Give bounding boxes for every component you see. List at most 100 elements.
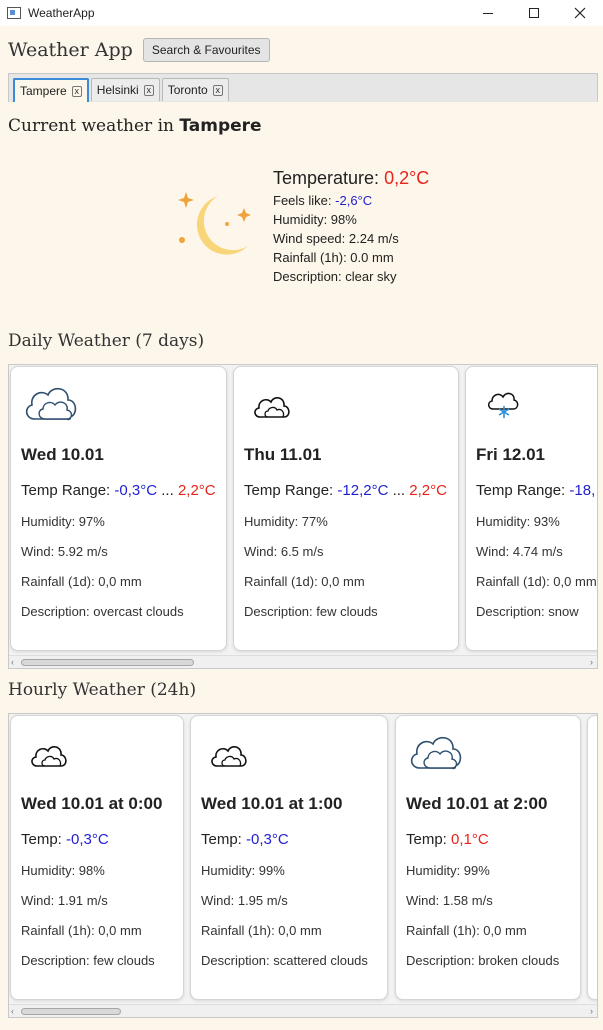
daily-humidity: Humidity: 93% [476,514,560,529]
tab-tampere[interactable]: Tampere x [13,78,89,102]
current-feels-like: Feels like: -2,6°C [273,193,373,208]
tab-label: Tampere [20,84,67,98]
daily-humidity: Humidity: 77% [244,514,328,529]
hourly-wind: Wind: 1.95 m/s [201,893,288,908]
tab-close-icon[interactable]: x [212,84,223,96]
window-titlebar: WeatherApp [0,0,603,26]
daily-temp-range: Temp Range: -18, [476,482,596,499]
daily-wind: Wind: 4.74 m/s [476,544,563,559]
current-temperature-value: 0,2°C [384,168,430,188]
daily-temp-range: Temp Range: -0,3°C ... 2,2°C [21,482,216,499]
scattered-clouds-icon [211,746,247,767]
temp-low: -18, [569,482,596,499]
hourly-temp-value: -0,3°C [66,831,109,848]
tab-label: Toronto [167,83,208,97]
hourly-time: Wed 10.01 at 1:00 [201,794,343,813]
daily-temp-range: Temp Range: -12,2°C ... 2,2°C [244,482,447,499]
hourly-humidity: Humidity: 98% [21,863,105,878]
hourly-rainfall: Rainfall (1h): 0,0 mm [21,923,142,938]
feels-like-value: -2,6°C [335,193,373,208]
hourly-card: Wed 10.01 at 0:00 Temp: -0,3°C Humidity:… [10,715,184,1000]
temp-high: 2,2°C [177,482,216,499]
hourly-horizontal-scrollbar[interactable]: ‹ › [9,1004,597,1017]
hourly-temp-value: -0,3°C [246,831,289,848]
hourly-cards-scroller[interactable]: Wed 10.01 at 0:00 Temp: -0,3°C Humidity:… [8,713,598,1018]
current-description: Description: clear sky [273,269,397,284]
scroll-left-icon[interactable]: ‹ [11,656,14,668]
hourly-card: Wed 10.01 at 2:00 Temp: 0,1°C Humidity: … [395,715,581,1000]
current-humidity: Humidity: 98% [273,212,357,227]
hourly-rainfall: Rainfall (1h): 0,0 mm [201,923,322,938]
scroll-right-icon[interactable]: › [590,656,593,668]
current-heading-prefix: Current weather in [8,116,174,136]
daily-date: Fri 12.01 [476,445,545,464]
app-name: Weather App [8,39,133,61]
daily-card: Wed 10.01 Temp Range: -0,3°C ... 2,2°C H… [10,366,227,651]
current-city: Tampere [179,116,262,136]
maximize-button[interactable] [511,0,557,26]
hourly-description: Description: few clouds [21,953,155,968]
hourly-time: Wed 10.01 at 0:00 [21,794,163,813]
hourly-temp: Temp: 0,1°C [406,831,489,848]
few-clouds-icon [31,746,67,767]
hourly-temp: Temp: -0,3°C [201,831,289,848]
daily-weather-heading: Daily Weather (7 days) [8,331,205,351]
app-window-icon [7,7,21,19]
hourly-card [587,715,597,1000]
daily-wind: Wind: 6.5 m/s [244,544,324,559]
snow-cloud-icon [488,392,519,418]
tab-label: Helsinki [96,83,139,97]
hourly-description: Description: broken clouds [406,953,560,968]
scrollbar-thumb[interactable] [21,1008,121,1015]
few-clouds-icon [254,397,290,418]
hourly-temp: Temp: -0,3°C [21,831,109,848]
daily-card: Fri 12.01 Temp Range: -18, Humidity: 93%… [465,366,597,651]
search-favourites-button[interactable]: Search & Favourites [142,38,270,62]
close-icon [574,7,586,19]
tab-close-icon[interactable]: x [71,85,82,97]
hourly-temp-value: 0,1°C [451,831,489,848]
scrollbar-thumb[interactable] [21,659,194,666]
hourly-wind: Wind: 1.58 m/s [406,893,493,908]
temp-low: -12,2°C [337,482,389,499]
close-window-button[interactable] [557,0,603,26]
daily-horizontal-scrollbar[interactable]: ‹ › [9,655,597,668]
daily-description: Description: few clouds [244,604,378,619]
temp-high: 2,2°C [409,482,447,499]
hourly-rainfall: Rainfall (1h): 0,0 mm [406,923,527,938]
daily-card: Thu 11.01 Temp Range: -12,2°C ... 2,2°C … [233,366,459,651]
daily-description: Description: overcast clouds [21,604,184,619]
daily-rainfall: Rainfall (1d): 0,0 mm [21,574,142,589]
crescent-moon-stars-icon [178,192,251,255]
daily-date: Thu 11.01 [244,445,322,464]
daily-rainfall: Rainfall (1d): 0,0 mm [476,574,597,589]
current-temperature: Temperature: 0,2°C [273,168,430,188]
daily-date: Wed 10.01 [21,445,104,464]
minimize-button[interactable] [465,0,511,26]
hourly-humidity: Humidity: 99% [201,863,285,878]
broken-clouds-icon [410,736,462,770]
scroll-left-icon[interactable]: ‹ [11,1005,14,1017]
hourly-wind: Wind: 1.91 m/s [21,893,108,908]
overcast-clouds-icon [25,387,77,421]
daily-wind: Wind: 5.92 m/s [21,544,108,559]
tab-helsinki[interactable]: Helsinki x [90,78,160,101]
city-tab-bar: Tampere x Helsinki x Toronto x [8,73,598,102]
window-title: WeatherApp [28,6,95,20]
hourly-weather-heading: Hourly Weather (24h) [8,680,197,700]
hourly-description: Description: scattered clouds [201,953,368,968]
daily-rainfall: Rainfall (1d): 0,0 mm [244,574,365,589]
maximize-icon [529,8,539,18]
current-weather-heading: Current weather in Tampere [8,116,262,136]
tab-toronto[interactable]: Toronto x [161,78,229,101]
tab-close-icon[interactable]: x [143,84,154,96]
current-rainfall: Rainfall (1h): 0.0 mm [273,250,394,265]
hourly-humidity: Humidity: 99% [406,863,490,878]
minimize-icon [483,12,493,14]
current-wind: Wind speed: 2.24 m/s [273,231,399,246]
hourly-time: Wed 10.01 at 2:00 [406,794,548,813]
current-details: Temperature: 0,2°C Feels like: -2,6°C Hu… [273,166,429,286]
daily-cards-scroller[interactable]: Wed 10.01 Temp Range: -0,3°C ... 2,2°C H… [8,364,598,669]
scroll-right-icon[interactable]: › [590,1005,593,1017]
daily-description: Description: snow [476,604,579,619]
